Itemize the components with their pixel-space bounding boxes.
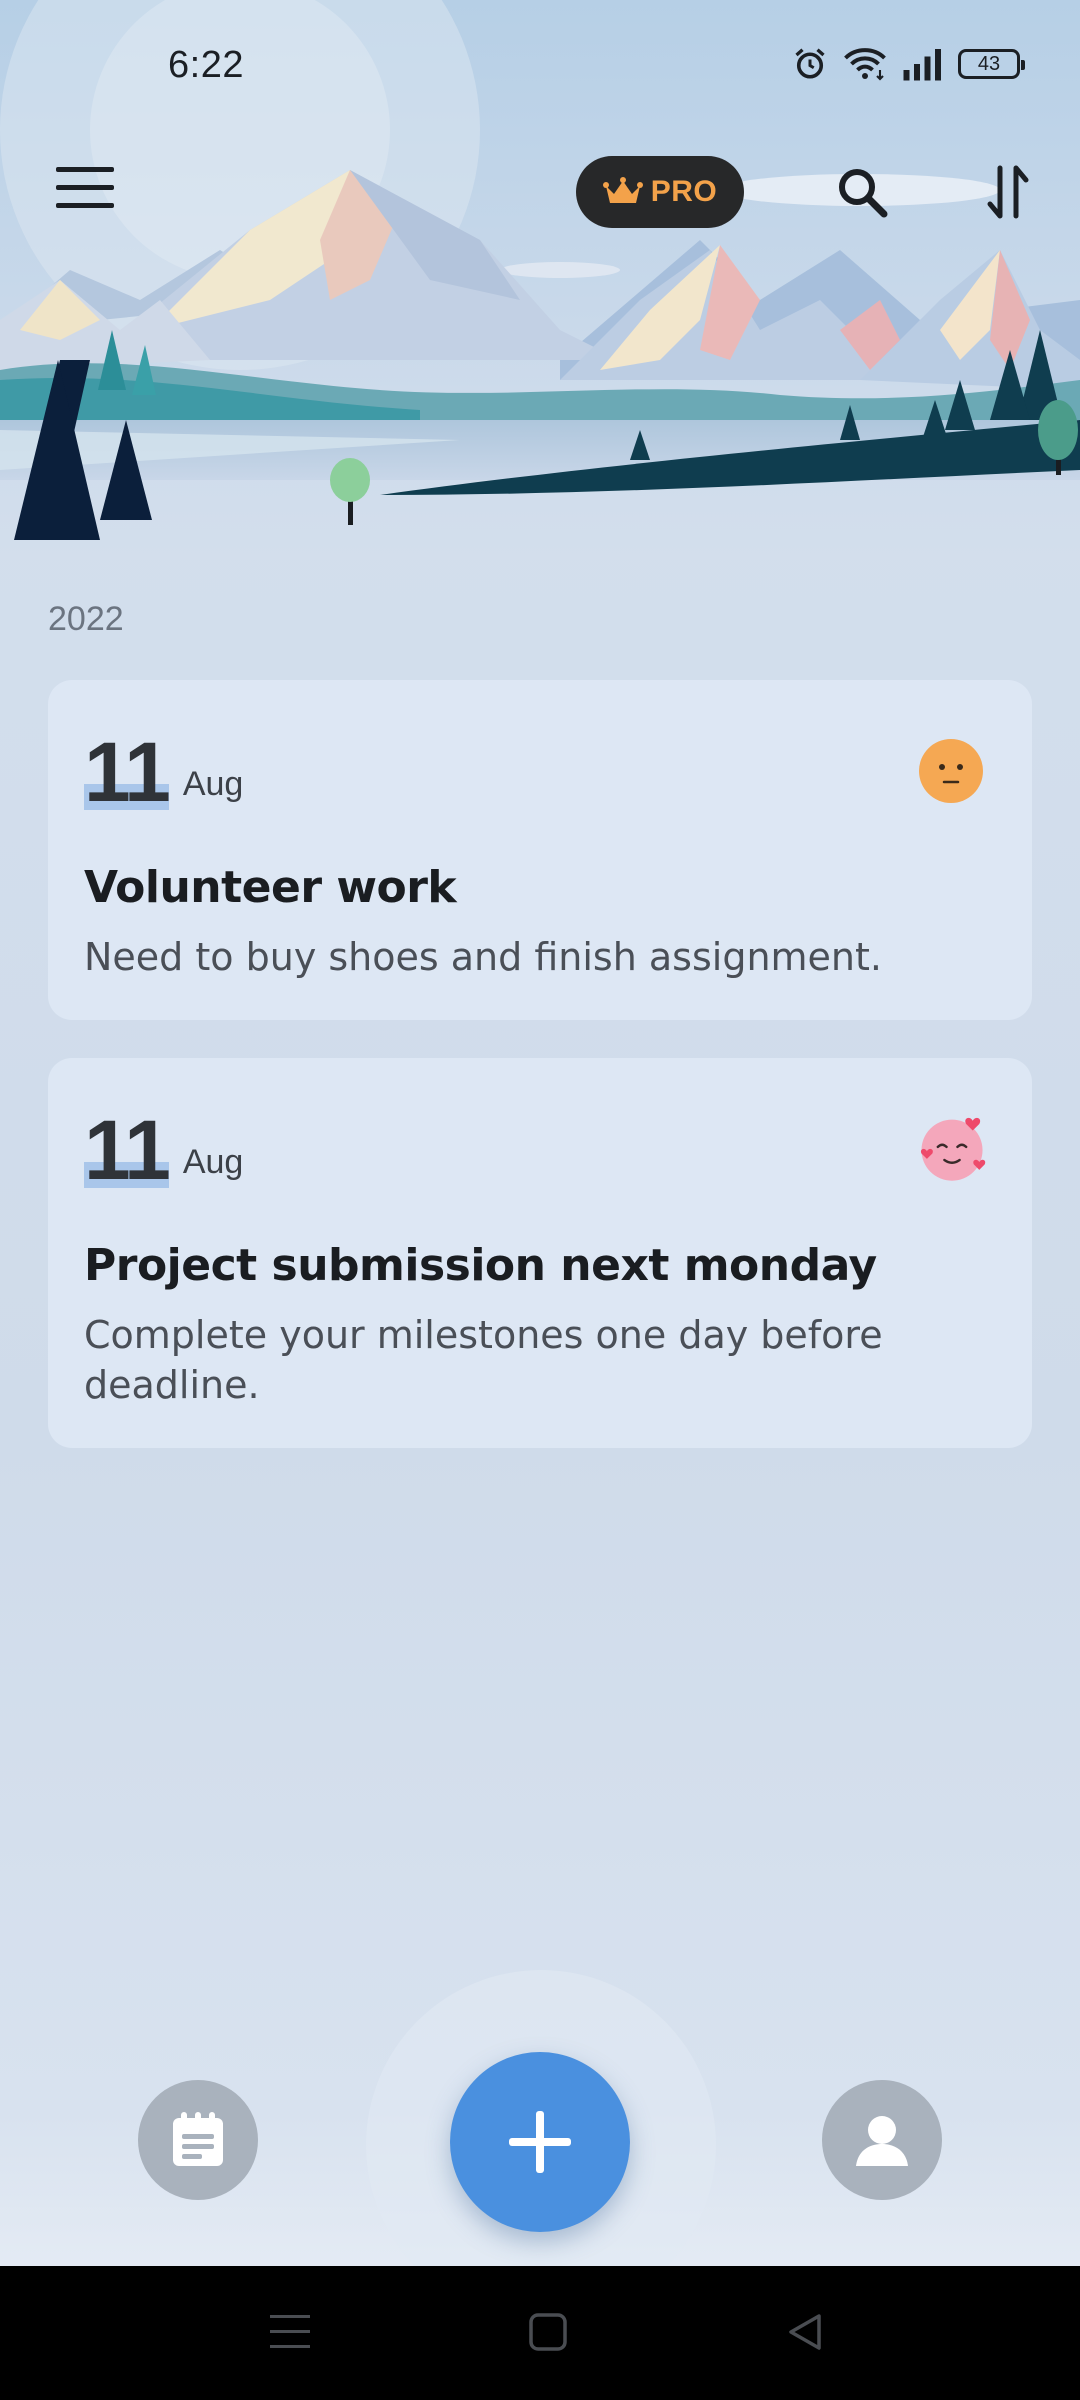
battery-level: 43 — [977, 52, 1001, 75]
entry-body: Need to buy shoes and finish assignment. — [84, 935, 882, 979]
home-button[interactable] — [518, 2302, 578, 2362]
entry-title: Volunteer work — [84, 862, 457, 913]
entry-body: Complete your milestones one day before … — [84, 1313, 883, 1407]
sort-arrows-icon — [987, 165, 1029, 219]
recent-apps-icon — [270, 2315, 310, 2348]
pro-upgrade-button[interactable]: PRO — [576, 156, 744, 228]
sort-button[interactable] — [966, 150, 1050, 234]
search-icon — [839, 169, 888, 218]
status-bar: 6:22 43 — [0, 0, 1080, 130]
entry-month: Aug — [182, 765, 244, 803]
status-time: 6:22 — [168, 44, 244, 86]
plus-icon — [509, 2111, 571, 2173]
profile-icon — [856, 2116, 908, 2166]
entry-date: 11 Aug — [84, 1108, 243, 1192]
add-entry-button[interactable] — [450, 2052, 630, 2232]
wifi-icon — [844, 48, 886, 81]
pro-label: PRO — [650, 175, 718, 208]
alarm-icon — [795, 48, 825, 79]
back-triangle-icon — [789, 2314, 821, 2350]
in-love-face-icon — [920, 1117, 986, 1181]
profile-button[interactable] — [822, 2080, 942, 2200]
status-icons: 43 — [792, 46, 1025, 82]
entry-day: 11 — [84, 725, 171, 819]
entry-day: 11 — [84, 1103, 171, 1197]
back-button[interactable] — [775, 2302, 835, 2362]
entry-date: 11 Aug — [84, 730, 243, 814]
signal-icon — [903, 49, 941, 81]
diary-home-screen: 6:22 43 PRO 2022 11 Aug Volunteer work N… — [0, 0, 1080, 2400]
recent-apps-button[interactable] — [260, 2302, 320, 2362]
home-square-icon — [529, 2313, 567, 2351]
diary-list-button[interactable] — [138, 2080, 258, 2200]
battery-icon: 43 — [958, 49, 1025, 79]
diary-notepad-icon — [173, 2112, 223, 2166]
year-heading: 2022 — [48, 600, 124, 638]
diary-entry-card[interactable]: 11 Aug Volunteer work Need to buy shoes … — [48, 680, 1032, 1020]
crown-icon — [602, 177, 643, 203]
hamburger-menu-icon — [56, 167, 114, 208]
menu-button[interactable] — [40, 152, 130, 224]
system-navigation-bar — [0, 2266, 1080, 2400]
diary-entry-card[interactable]: 11 Aug Project submission next monday Co… — [48, 1058, 1032, 1448]
neutral-face-icon — [919, 739, 983, 803]
search-button[interactable] — [820, 150, 904, 234]
entry-title: Project submission next monday — [84, 1240, 877, 1291]
entry-month: Aug — [182, 1143, 244, 1181]
